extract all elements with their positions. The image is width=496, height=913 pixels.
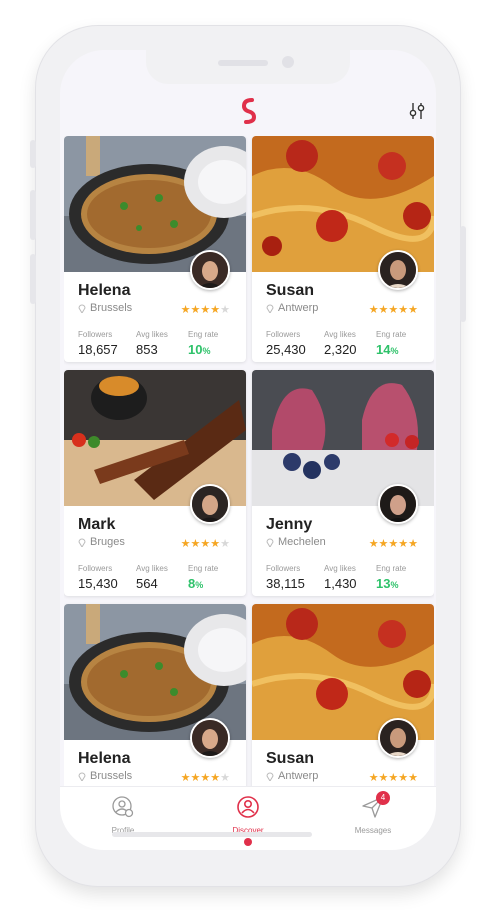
influencer-name: Susan xyxy=(266,750,315,767)
influencer-name: Helena xyxy=(78,282,131,299)
stat-label: Followers xyxy=(266,330,301,339)
avatar[interactable] xyxy=(378,718,418,758)
stat-value: 10% xyxy=(188,342,211,357)
influencer-name: Helena xyxy=(78,750,131,767)
star-rating: ★★★★★ xyxy=(368,304,418,316)
location: Brussels xyxy=(78,302,132,314)
stat-followers: Followers 18,657 xyxy=(78,330,118,357)
avatar[interactable] xyxy=(190,250,230,290)
stat-avg-likes: Avg likes 853 xyxy=(136,330,168,357)
tab-profile[interactable]: Profile xyxy=(88,795,158,835)
stat-label: Eng rate xyxy=(188,564,219,573)
discover-person-icon xyxy=(237,796,259,818)
stat-value: 14% xyxy=(376,342,399,357)
stat-value: 25,430 xyxy=(266,342,306,357)
tab-messages[interactable]: 4 Messages xyxy=(338,791,408,835)
stat-label: Eng rate xyxy=(376,330,407,339)
avatar[interactable] xyxy=(190,718,230,758)
stat-label: Eng rate xyxy=(188,330,219,339)
tab-label: Messages xyxy=(354,826,392,835)
influencer-card[interactable]: Helena Brussels ★★★★★ xyxy=(64,604,246,786)
stat-label: Avg likes xyxy=(324,564,356,573)
stat-label: Followers xyxy=(78,330,113,339)
star-rating: ★★★★★ xyxy=(180,772,230,784)
stat-label: Avg likes xyxy=(136,330,168,339)
stat-eng-rate: Eng rate 14% xyxy=(376,330,406,357)
map-pin-icon xyxy=(78,304,86,313)
notch xyxy=(146,50,350,84)
location-label: Brussels xyxy=(90,770,133,782)
map-pin-icon xyxy=(266,538,274,547)
active-indicator xyxy=(244,838,252,846)
speaker xyxy=(218,60,268,66)
influencer-name: Susan xyxy=(266,282,315,299)
map-pin-icon xyxy=(78,772,86,781)
map-pin-icon xyxy=(78,538,86,547)
stat-followers: Followers 25,430 xyxy=(266,330,306,357)
location: Brussels xyxy=(78,770,132,782)
stat-avg-likes: Avg likes 564 xyxy=(136,564,168,591)
avatar[interactable] xyxy=(190,484,230,524)
avatar[interactable] xyxy=(378,484,418,524)
stat-label: Avg likes xyxy=(324,330,356,339)
location-label: Brussels xyxy=(90,302,133,314)
stat-eng-rate: Eng rate 10% xyxy=(188,330,218,357)
stat-value: 8% xyxy=(188,576,204,591)
influencer-card[interactable]: Susan Antwerp ★★★★★ xyxy=(252,604,434,786)
tab-discover[interactable]: Discover xyxy=(213,795,283,846)
location-label: Antwerp xyxy=(278,770,319,782)
influencer-name: Mark xyxy=(78,516,116,533)
stat-avg-likes: Avg likes 1,430 xyxy=(324,564,357,591)
map-pin-icon xyxy=(266,304,274,313)
influencer-card[interactable]: Susan Antwerp ★★★★★ Followers 25,430 Avg… xyxy=(252,136,434,362)
stat-avg-likes: Avg likes 2,320 xyxy=(324,330,357,357)
phone-button xyxy=(30,254,36,304)
stat-label: Followers xyxy=(78,564,113,573)
location-label: Bruges xyxy=(90,536,125,548)
star-rating: ★★★★★ xyxy=(180,304,230,316)
star-rating: ★★★★★ xyxy=(368,538,418,550)
stat-value: 1,430 xyxy=(324,576,357,591)
home-indicator[interactable] xyxy=(112,832,312,837)
location-label: Mechelen xyxy=(278,536,326,548)
star-rating: ★★★★★ xyxy=(180,538,230,550)
map-pin-icon xyxy=(266,772,274,781)
app-screen: Helena Brussels ★★★★★ Followers 18,657 A… xyxy=(60,50,436,850)
stat-value: 564 xyxy=(136,576,158,591)
profile-gear-icon xyxy=(112,796,134,818)
stat-followers: Followers 38,115 xyxy=(266,564,305,591)
stat-eng-rate: Eng rate 13% xyxy=(376,564,406,591)
avatar[interactable] xyxy=(378,250,418,290)
stat-eng-rate: Eng rate 8% xyxy=(188,564,218,591)
phone-button xyxy=(460,226,466,322)
influencer-card[interactable]: Mark Bruges ★★★★★ Followers 15,430 Avg l… xyxy=(64,370,246,596)
notification-badge: 4 xyxy=(376,791,390,805)
influencer-grid: Helena Brussels ★★★★★ Followers 18,657 A… xyxy=(64,136,434,786)
location: Antwerp xyxy=(266,770,318,782)
camera xyxy=(282,56,294,68)
tab-bar: Profile Discover 4 Messages xyxy=(60,786,436,850)
stat-value: 2,320 xyxy=(324,342,357,357)
location: Mechelen xyxy=(266,536,326,548)
phone-button xyxy=(30,140,36,168)
stat-label: Followers xyxy=(266,564,301,573)
influencer-card[interactable]: Jenny Mechelen ★★★★★ Followers 38,115 Av… xyxy=(252,370,434,596)
location-label: Antwerp xyxy=(278,302,319,314)
location: Antwerp xyxy=(266,302,318,314)
star-rating: ★★★★★ xyxy=(368,772,418,784)
stat-value: 853 xyxy=(136,342,158,357)
sliders-filter-icon[interactable] xyxy=(408,102,426,120)
stat-value: 15,430 xyxy=(78,576,118,591)
influencer-name: Jenny xyxy=(266,516,313,533)
influencer-card[interactable]: Helena Brussels ★★★★★ Followers 18,657 A… xyxy=(64,136,246,362)
stat-value: 18,657 xyxy=(78,342,118,357)
stat-label: Eng rate xyxy=(376,564,407,573)
phone-button xyxy=(30,190,36,240)
stat-value: 13% xyxy=(376,576,399,591)
stat-followers: Followers 15,430 xyxy=(78,564,118,591)
brand-s-logo-icon[interactable] xyxy=(236,96,260,126)
stat-value: 38,115 xyxy=(266,576,305,591)
stat-label: Avg likes xyxy=(136,564,168,573)
location: Bruges xyxy=(78,536,125,548)
